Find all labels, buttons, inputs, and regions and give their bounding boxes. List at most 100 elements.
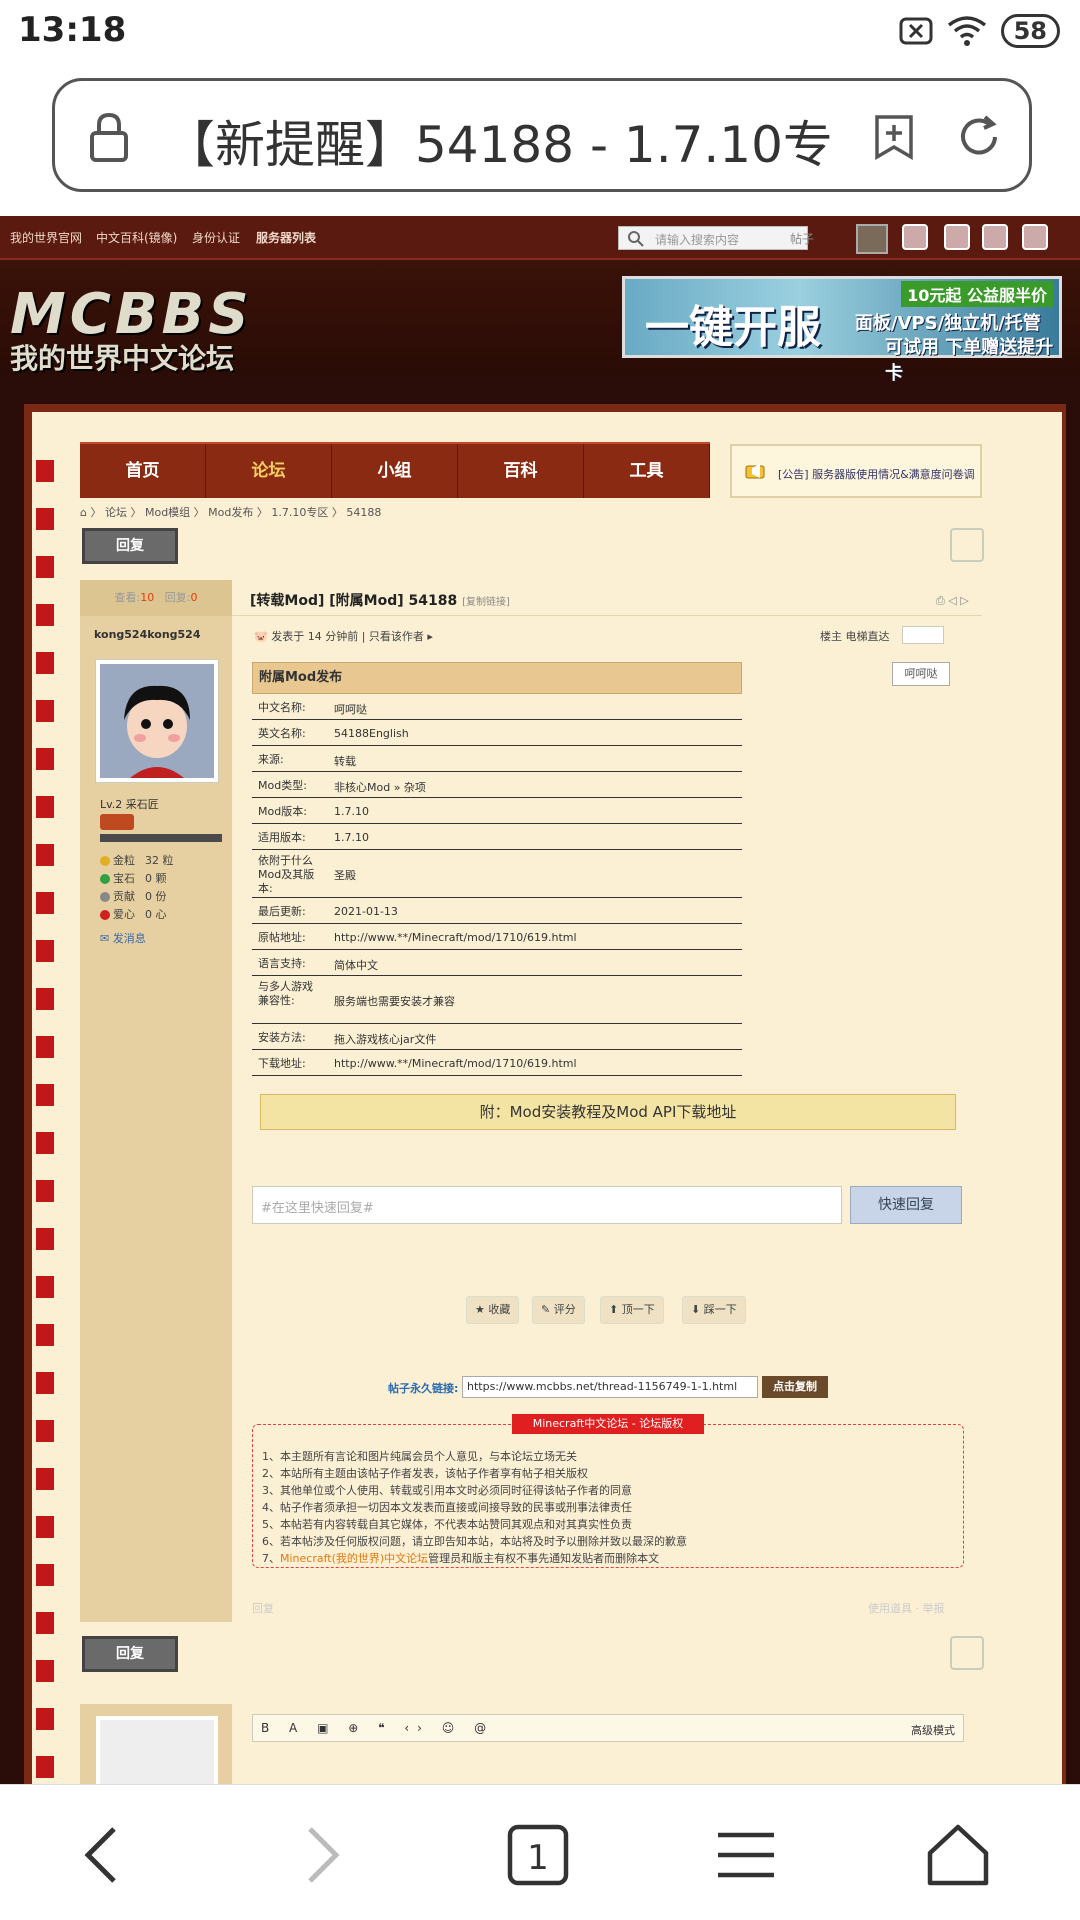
menu-forum[interactable]: 论坛 [206, 444, 332, 498]
permalink-field[interactable]: https://www.mcbbs.net/thread-1156749-1-1… [462, 1376, 758, 1398]
favorite-button[interactable]: ★ 收藏 [466, 1296, 520, 1324]
back-icon[interactable] [64, 1815, 144, 1895]
search-button[interactable] [856, 224, 888, 254]
mod-info-value[interactable]: http://www.**/Minecraft/mod/1710/619.htm… [334, 931, 577, 944]
mod-info-value: 非核心Mod » 杂项 [334, 781, 426, 794]
ad-headline: 一键开服 [645, 302, 821, 353]
mod-info-value: 圣殿 [334, 869, 356, 882]
breadcrumb[interactable]: ⌂ 〉 论坛 〉 Mod模组 〉 Mod发布 〉 1.7.10专区 〉 5418… [80, 504, 381, 520]
return-list-icon-bottom[interactable] [950, 1636, 984, 1670]
speaker-icon [745, 464, 765, 479]
author-name[interactable]: kong524kong524 [94, 628, 201, 641]
add-bookmark-icon[interactable] [873, 113, 915, 161]
copy-link[interactable]: [复制链接] [462, 597, 510, 608]
menu-groups[interactable]: 小组 [332, 444, 458, 498]
attachment-link-bar[interactable]: 附：Mod安装教程及Mod API下载地址 [260, 1094, 956, 1130]
announcement[interactable]: [公告] 服务器版使用情况&满意度问卷调 [730, 444, 982, 498]
replies-label: 回复: [164, 591, 191, 604]
menu-tools[interactable]: 工具 [584, 444, 710, 498]
web-page: 我的世界官网 中文百科(镜像) 身份认证 服务器列表 请输入搜索内容 帖子 MC… [0, 216, 1080, 1784]
mod-info-row: 安装方法: 拖入游戏核心jar文件 [252, 1024, 742, 1050]
mod-info-row: 最后更新: 2021-01-13 [252, 898, 742, 924]
copy-permalink-button[interactable]: 点击复制 [762, 1376, 828, 1398]
reload-icon[interactable] [955, 113, 1003, 161]
notification-icon[interactable] [902, 224, 928, 250]
mod-info-key: 原帖地址: [258, 931, 306, 944]
print-prev-next-icons[interactable]: ⎙ ◁ ▷ [936, 594, 969, 608]
mod-info-value[interactable]: http://www.**/Minecraft/mod/1710/619.htm… [334, 1057, 577, 1070]
user-icon[interactable] [982, 224, 1008, 250]
level-progress-bar [100, 834, 222, 842]
search-type-select[interactable]: 帖子 [790, 230, 814, 247]
mod-info-value: 简体中文 [334, 959, 378, 972]
mod-info-key: 英文名称: [258, 727, 306, 740]
advanced-mode-link[interactable]: 高级模式 [911, 1722, 955, 1738]
send-message-link[interactable]: ✉ 发消息 [100, 930, 146, 946]
mod-info-value: 54188English [334, 727, 409, 740]
nav-link-official[interactable]: 我的世界官网 [10, 229, 82, 246]
gold-value: 32 粒 [145, 854, 174, 867]
replies-count: 0 [190, 591, 198, 604]
quick-reply-placeholder: #在这里快速回复# [261, 1201, 374, 1216]
copyright-line: 3、其他单位或个人使用、转载或引用本文时必须同时征得该帖子作者的同意 [262, 1484, 632, 1497]
downvote-button[interactable]: ⬇ 踩一下 [682, 1296, 746, 1324]
nav-link-verify[interactable]: 身份认证 [192, 229, 240, 246]
gem-value: 0 颗 [145, 872, 167, 885]
mod-info-value: 拖入游戏核心jar文件 [334, 1033, 437, 1046]
menu-home[interactable]: 首页 [80, 444, 206, 498]
menu-icon[interactable] [706, 1815, 786, 1895]
post-reply-link[interactable]: 回复 [252, 1600, 274, 1616]
contribution-label: 贡献 [113, 890, 135, 903]
upvote-button[interactable]: ⬆ 顶一下 [600, 1296, 664, 1324]
post-meta-text[interactable]: 发表于 14 分钟前 | 只看该作者 [271, 630, 424, 643]
floor-jump-input[interactable] [902, 626, 944, 644]
copyright-line: 1、本主题所有言论和图片纯属会员个人意见，与本论坛立场无关 [262, 1450, 577, 1463]
editor-tools[interactable]: B A ▣ ⊕ ❝ ‹› ☺ @ [261, 1721, 494, 1735]
page-title-url[interactable]: 【新提醒】54188 - 1.7.10专 [165, 105, 845, 177]
address-bar[interactable]: 【新提醒】54188 - 1.7.10专 [52, 78, 1032, 192]
forward-icon[interactable] [280, 1815, 360, 1895]
quick-reply-input[interactable]: #在这里快速回复# [252, 1186, 842, 1224]
mod-info-row: 下载地址: http://www.**/Minecraft/mod/1710/61… [252, 1050, 742, 1076]
rate-button[interactable]: ✎ 评分 [532, 1296, 585, 1324]
love-value: 0 心 [145, 908, 167, 921]
return-list-icon[interactable] [950, 528, 984, 562]
settings-icon[interactable] [1022, 224, 1048, 250]
quick-reply-button[interactable]: 快速回复 [850, 1186, 962, 1224]
search-placeholder: 请输入搜索内容 [655, 233, 740, 247]
avatar-2[interactable] [96, 1716, 218, 1784]
block-icon[interactable] [944, 224, 970, 250]
site-logo[interactable]: MCBBS 我的世界中文论坛 [10, 282, 253, 377]
nav-link-servers[interactable]: 服务器列表 [256, 229, 316, 246]
forum-link[interactable]: Minecraft(我的世界)中文论坛 [280, 1552, 428, 1565]
mod-info-row: 适用版本: 1.7.10 [252, 824, 742, 850]
post-tools-links[interactable]: 使用道具 · 举报 [868, 1600, 945, 1616]
search-input[interactable]: 请输入搜索内容 [618, 226, 808, 250]
post-meta: 🐷 发表于 14 分钟前 | 只看该作者 ▸ [254, 630, 433, 643]
ad-banner[interactable]: 一键开服 10元起 公益服半价 面板/VPS/独立机/托管 可试用 下单赠送提升… [622, 276, 1062, 384]
editor-toolbar: B A ▣ ⊕ ❝ ‹› ☺ @ 高级模式 [252, 1714, 964, 1742]
mod-info-value: 1.7.10 [334, 805, 369, 818]
favorite-label: 收藏 [488, 1303, 511, 1316]
permalink-label: 帖子永久链接: [388, 1382, 459, 1395]
tabs-icon[interactable]: 1 [498, 1815, 578, 1895]
upvote-label: 顶一下 [621, 1303, 655, 1316]
mod-info-value: 2021-01-13 [334, 905, 398, 918]
reply-button[interactable]: 回复 [82, 528, 178, 564]
avatar[interactable] [96, 660, 218, 782]
wifi-icon [947, 16, 986, 46]
notification-blocked-icon [899, 17, 933, 45]
copyright-line: 4、帖子作者须承担一切因本文发表而直接或间接导致的民事或刑事法律责任 [262, 1501, 632, 1514]
mod-info-key: Mod版本: [258, 805, 307, 818]
status-bar: 13:18 58 [0, 0, 1080, 64]
clock: 13:18 [18, 10, 127, 50]
menu-wiki[interactable]: 百科 [458, 444, 584, 498]
mod-info-row: 语言支持: 简体中文 [252, 950, 742, 976]
browser-bottom-bar: 1 [0, 1784, 1080, 1920]
ad-badge: 10元起 公益服半价 [901, 281, 1053, 307]
home-icon[interactable] [918, 1815, 998, 1895]
ad-line-2: 可试用 下单赠送提升卡 [885, 337, 1054, 384]
mod-info-key: 下载地址: [258, 1057, 306, 1070]
reply-button-bottom[interactable]: 回复 [82, 1636, 178, 1672]
nav-link-wiki[interactable]: 中文百科(镜像) [96, 229, 177, 246]
